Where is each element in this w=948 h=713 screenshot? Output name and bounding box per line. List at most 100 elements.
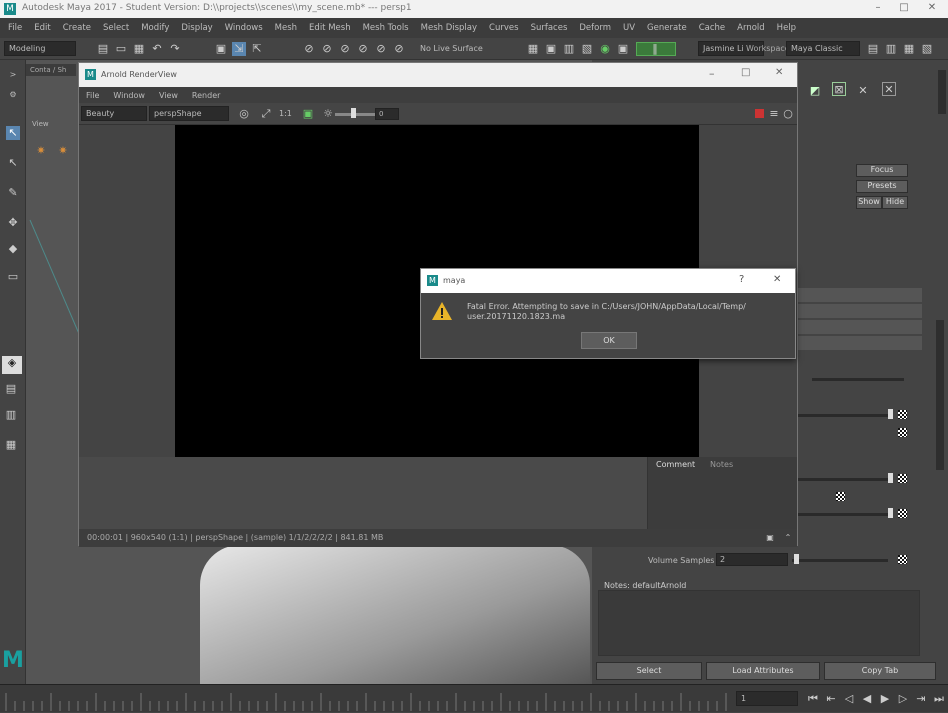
menu-item-windows[interactable]: Windows <box>219 23 269 33</box>
new-scene-icon[interactable]: ▤ <box>96 42 110 56</box>
rotate-tool-icon[interactable]: ◆ <box>6 242 20 256</box>
attr-slider[interactable] <box>798 513 890 516</box>
menu-item-select[interactable]: Select <box>97 23 135 33</box>
snap-point-icon[interactable]: ⊘ <box>338 42 352 56</box>
menu-item-generate[interactable]: Generate <box>641 23 693 33</box>
panel-scrollbar[interactable] <box>938 70 946 114</box>
arnold-light-icon[interactable]: ✷ <box>56 144 70 158</box>
step-back-frame-icon[interactable]: ◁ <box>842 692 856 706</box>
menu-item-mesh-display[interactable]: Mesh Display <box>415 23 483 33</box>
paint-select-icon[interactable]: ✎ <box>6 186 20 200</box>
uv-editor-icon[interactable]: ✕ <box>856 84 870 98</box>
map-button-icon[interactable] <box>898 474 907 483</box>
snap-live-icon[interactable]: ⊘ <box>392 42 406 56</box>
select-component-icon[interactable]: ⇱ <box>250 42 264 56</box>
menu-item-file[interactable]: File <box>2 23 28 33</box>
render-settings-icon[interactable]: ▧ <box>580 42 594 56</box>
select-hierarchy-icon[interactable]: ▣ <box>214 42 228 56</box>
menu-item-curves[interactable]: Curves <box>483 23 525 33</box>
snap-curve-icon[interactable]: ⊘ <box>320 42 334 56</box>
render-menu-view[interactable]: View <box>152 91 185 100</box>
menu-item-surfaces[interactable]: Surfaces <box>525 23 574 33</box>
attr-slider-knob[interactable] <box>888 473 893 483</box>
sculpt-icon[interactable]: ◩ <box>808 84 822 98</box>
redo-icon[interactable]: ↷ <box>168 42 182 56</box>
attr-slider-knob[interactable] <box>888 409 893 419</box>
polygon-select-icon[interactable]: ⊠ <box>832 82 846 96</box>
copy-tab-button[interactable]: Copy Tab <box>824 662 936 680</box>
ipr-icon[interactable]: ▥ <box>562 42 576 56</box>
render-menu-file[interactable]: File <box>79 91 106 100</box>
shelf-options-icon[interactable]: ⚙ <box>6 88 20 102</box>
focus-button[interactable]: Focus <box>856 164 908 177</box>
close-icon[interactable]: ✕ <box>926 2 938 14</box>
exposure-field[interactable]: 0 <box>375 108 399 120</box>
hide-button[interactable]: Hide <box>882 196 908 209</box>
volume-samples-field[interactable]: 2 <box>716 553 788 566</box>
map-button-icon[interactable] <box>898 555 907 564</box>
attr-slider[interactable] <box>798 414 890 417</box>
channel-box-icon[interactable]: ▧ <box>920 42 934 56</box>
attr-section-header[interactable] <box>798 320 922 334</box>
crop-region-icon[interactable]: ⤢ <box>259 107 273 121</box>
maximize-icon[interactable]: □ <box>898 2 910 14</box>
snapshot-icon[interactable]: ▣ <box>763 531 777 545</box>
attr-section-header[interactable] <box>798 304 922 318</box>
presets-button[interactable]: Presets <box>856 180 908 193</box>
menu-item-uv[interactable]: UV <box>617 23 641 33</box>
camera-dropdown[interactable]: perspShape <box>149 106 229 121</box>
ipr-refresh-icon[interactable]: ○ <box>781 107 795 121</box>
menu-item-mesh-tools[interactable]: Mesh Tools <box>357 23 415 33</box>
attr-section-header[interactable] <box>798 336 922 350</box>
menu-item-edit[interactable]: Edit <box>28 23 56 33</box>
snap-grid-icon[interactable]: ⊘ <box>302 42 316 56</box>
play-backwards-icon[interactable]: ◀ <box>860 692 874 706</box>
hypershade-icon[interactable]: ◉ <box>598 42 612 56</box>
workspace-dropdown[interactable]: Maya Classic <box>786 41 860 56</box>
menu-item-deform[interactable]: Deform <box>573 23 617 33</box>
graph-layout-icon[interactable]: ▦ <box>4 438 18 452</box>
step-back-key-icon[interactable]: ⇤ <box>824 692 838 706</box>
go-to-end-icon[interactable]: ⏭ <box>932 692 946 706</box>
normals-icon[interactable]: ✕ <box>882 82 896 96</box>
render-settings-icon[interactable]: ≡ <box>767 107 781 121</box>
snap-surface-icon[interactable]: ⊘ <box>374 42 388 56</box>
comment-tab[interactable]: Comment <box>656 460 695 469</box>
attr-slider-knob[interactable] <box>888 508 893 518</box>
render-region-icon[interactable]: ▦ <box>526 42 540 56</box>
outliner-layout-icon[interactable]: ▥ <box>4 408 18 422</box>
close-icon[interactable]: ✕ <box>775 67 783 78</box>
lasso-tool-icon[interactable]: ↖ <box>6 156 20 170</box>
render-settings-gear-icon[interactable]: ✷ <box>34 144 48 158</box>
move-tool-icon[interactable]: ✥ <box>6 216 20 230</box>
menu-item-edit-mesh[interactable]: Edit Mesh <box>303 23 357 33</box>
aov-dropdown[interactable]: Beauty <box>81 106 147 121</box>
go-to-start-icon[interactable]: ⏮ <box>806 692 820 706</box>
render-frame-icon[interactable]: ▣ <box>544 42 558 56</box>
menu-item-create[interactable]: Create <box>57 23 97 33</box>
collapse-icon[interactable]: ⌃ <box>781 531 795 545</box>
menu-item-arnold[interactable]: Arnold <box>731 23 771 33</box>
attr-slider[interactable] <box>798 478 890 481</box>
single-view-layout-icon[interactable]: ◈ <box>2 356 22 374</box>
select-tool-icon[interactable]: ↖ <box>6 126 20 140</box>
attr-section-header[interactable] <box>798 288 922 302</box>
four-view-layout-icon[interactable]: ▤ <box>4 382 18 396</box>
exposure-slider-knob[interactable] <box>351 108 356 118</box>
no-live-surface-label[interactable]: No Live Surface <box>420 44 483 53</box>
viewport-view-menu[interactable]: View <box>32 120 49 128</box>
stop-render-icon[interactable] <box>755 109 764 118</box>
menu-item-help[interactable]: Help <box>771 23 802 33</box>
show-button[interactable]: Show <box>856 196 882 209</box>
refresh-render-icon[interactable]: ◎ <box>237 107 251 121</box>
step-forward-frame-icon[interactable]: ▷ <box>896 692 910 706</box>
play-forwards-icon[interactable]: ▶ <box>878 692 892 706</box>
volume-samples-slider-knob[interactable] <box>794 554 799 564</box>
menu-set-dropdown[interactable]: Modeling <box>4 41 76 56</box>
ok-button[interactable]: OK <box>581 332 637 349</box>
open-scene-icon[interactable]: ▭ <box>114 42 128 56</box>
attribute-editor-icon[interactable]: ▥ <box>884 42 898 56</box>
panel-scrollbar[interactable] <box>936 320 944 470</box>
render-menu-window[interactable]: Window <box>106 91 152 100</box>
map-button-icon[interactable] <box>898 410 907 419</box>
